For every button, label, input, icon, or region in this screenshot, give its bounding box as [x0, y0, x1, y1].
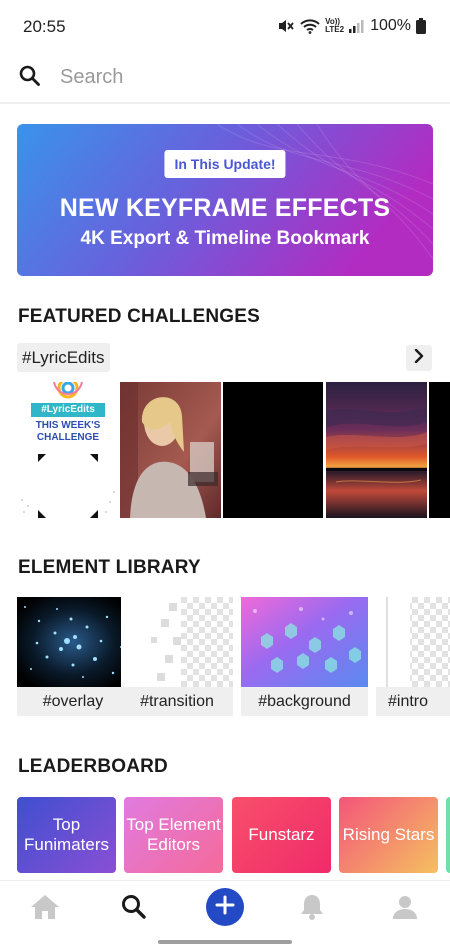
- challenge-thumb-video-4[interactable]: [326, 382, 427, 518]
- element-label-overlay: #overlay: [17, 687, 129, 716]
- element-preview-background: [241, 597, 368, 687]
- challenge-thumb-video-3[interactable]: [223, 382, 323, 518]
- nav-create-button[interactable]: [206, 888, 244, 926]
- challenge-badge: #LyricEdits: [31, 403, 105, 417]
- leaderboard-card-funstarz[interactable]: Funstarz: [232, 797, 331, 873]
- element-library-title: ELEMENT LIBRARY: [18, 557, 201, 578]
- bell-icon: [300, 893, 324, 926]
- nav-profile[interactable]: [385, 889, 425, 929]
- status-icons: Vo)) LTE2 100%: [277, 17, 426, 35]
- banner-subline: 4K Export & Timeline Bookmark: [80, 228, 370, 249]
- search-input[interactable]: [60, 60, 420, 94]
- leaderboard-card-next[interactable]: [446, 797, 450, 873]
- nav-search[interactable]: [114, 889, 154, 929]
- element-card-background[interactable]: #background: [241, 597, 368, 717]
- leaderboard-title: LEADERBOARD: [18, 756, 168, 777]
- challenge-card-line2: CHALLENGE: [36, 432, 100, 443]
- leaderboard-card-top-element-editors[interactable]: Top Element Editors: [124, 797, 223, 873]
- leaderboard-carousel: Top Funimaters Top Element Editors Funst…: [17, 797, 450, 873]
- sunset-thumbnail-image: [326, 382, 427, 518]
- challenges-carousel: #LyricEdits THIS WEEK'S CHALLENGE: [18, 382, 450, 518]
- challenge-thumb-lyricedits[interactable]: #LyricEdits THIS WEEK'S CHALLENGE: [18, 382, 118, 518]
- leaderboard-card-top-funimaters[interactable]: Top Funimaters: [17, 797, 116, 873]
- signal-icon: [349, 19, 365, 33]
- wifi-icon: [300, 18, 320, 34]
- challenge-thumb-video-2[interactable]: [120, 382, 221, 518]
- element-card-intro[interactable]: #intro: [376, 597, 450, 717]
- leaderboard-card-label: Funstarz: [248, 825, 315, 844]
- video-thumbnail-image: [120, 382, 221, 518]
- element-card-overlay[interactable]: #overlay: [17, 597, 129, 717]
- element-label-transition: #transition: [121, 687, 233, 716]
- nav-home[interactable]: [25, 889, 65, 929]
- status-bar: 20:55 Vo)) LTE2 100%: [0, 0, 450, 52]
- search-icon: [120, 893, 148, 926]
- element-library-carousel: #overlay #transition #background #intro: [17, 597, 450, 717]
- featured-challenges-title: FEATURED CHALLENGES: [18, 306, 261, 327]
- battery-text: 100%: [370, 17, 411, 34]
- element-preview-overlay: [17, 597, 129, 687]
- challenge-card-line1: THIS WEEK'S: [35, 420, 101, 431]
- banner-tag: In This Update!: [164, 150, 286, 178]
- nav-notifications[interactable]: [292, 889, 332, 929]
- challenges-next-button[interactable]: [406, 345, 432, 371]
- battery-icon: [416, 18, 426, 34]
- element-label-intro: #intro: [376, 687, 450, 716]
- plus-icon: [214, 894, 236, 921]
- challenge-thumb-video-5[interactable]: [429, 382, 450, 518]
- search-icon[interactable]: [18, 64, 42, 88]
- home-icon: [30, 893, 60, 926]
- leaderboard-card-label: Rising Stars: [342, 825, 435, 844]
- status-time: 20:55: [23, 17, 66, 36]
- chevron-right-icon: [413, 348, 425, 368]
- element-preview-intro: [376, 597, 450, 687]
- challenge-tag-chip[interactable]: #LyricEdits: [17, 343, 110, 372]
- mute-icon: [277, 18, 295, 34]
- lte-label: Vo)) LTE2: [325, 17, 345, 34]
- element-label-background: #background: [241, 687, 368, 716]
- leaderboard-card-label: Top Element Editors: [126, 815, 221, 854]
- element-card-transition[interactable]: #transition: [121, 597, 233, 717]
- banner-headline: NEW KEYFRAME EFFECTS: [59, 194, 391, 222]
- home-indicator[interactable]: [158, 940, 292, 944]
- profile-icon: [391, 893, 419, 926]
- leaderboard-card-rising-stars[interactable]: Rising Stars: [339, 797, 438, 873]
- search-bar: [0, 52, 450, 104]
- update-banner[interactable]: In This Update! NEW KEYFRAME EFFECTS 4K …: [17, 124, 433, 276]
- element-preview-transition: [121, 597, 233, 687]
- leaderboard-card-label: Top Funimaters: [23, 815, 110, 854]
